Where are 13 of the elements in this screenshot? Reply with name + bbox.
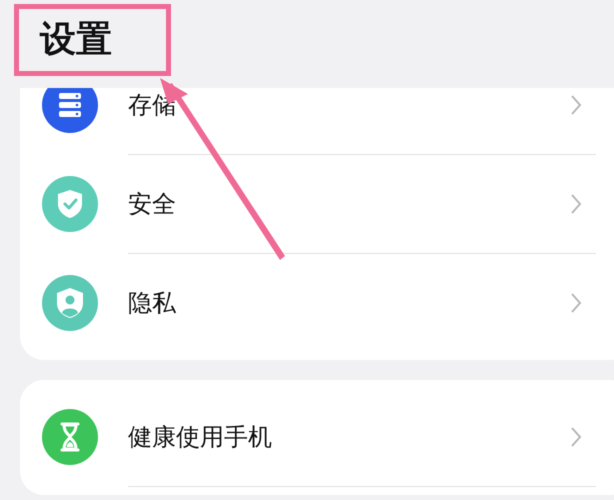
item-label: 隐私: [128, 288, 177, 319]
settings-item[interactable]: 隐私: [20, 254, 614, 352]
chevron-icon: [570, 193, 582, 215]
hourglass-icon: [42, 409, 98, 465]
item-label: 安全: [128, 189, 177, 220]
settings-item[interactable]: 健康使用手机: [20, 388, 614, 486]
page-title: 设置: [40, 18, 112, 62]
item-label: 健康使用手机: [128, 422, 273, 453]
chevron-icon: [570, 94, 582, 116]
chevron-icon: [570, 292, 582, 314]
user-shield-icon: [42, 275, 98, 331]
chevron-icon: [570, 426, 582, 448]
shield-icon: [42, 176, 98, 232]
